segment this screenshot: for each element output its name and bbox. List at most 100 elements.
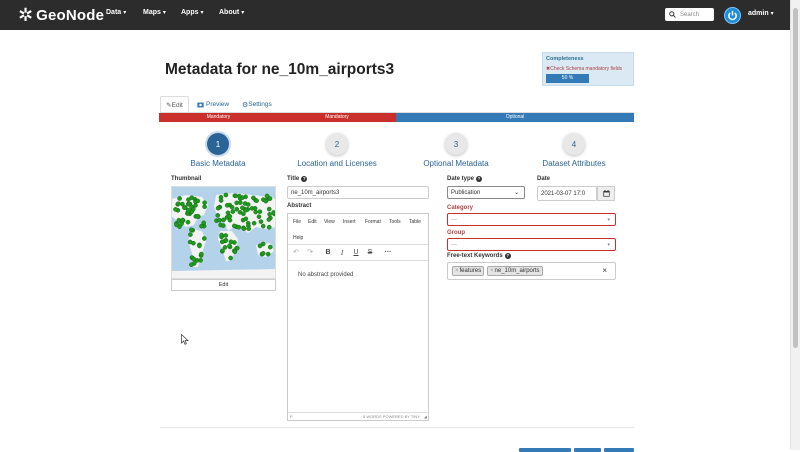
- airport-dot: [220, 223, 226, 228]
- keyword-tag-features[interactable]: ×features: [452, 266, 485, 276]
- step-2-circle[interactable]: 2: [326, 133, 348, 155]
- tab-settings[interactable]: ⚙ Settings: [242, 96, 272, 113]
- search-input[interactable]: Search: [665, 8, 714, 21]
- airport-dot: [201, 236, 207, 241]
- calendar-button[interactable]: [597, 186, 615, 201]
- airport-dot: [223, 233, 229, 238]
- geonode-logo-icon: ✲: [18, 5, 34, 25]
- page-scrollbar[interactable]: [790, 0, 800, 450]
- step-3-label[interactable]: Optional Metadata: [423, 159, 488, 168]
- airport-dot: [232, 223, 237, 229]
- resize-handle-icon[interactable]: ◢: [424, 414, 427, 419]
- tab-preview[interactable]: Preview: [197, 96, 229, 113]
- editor-path: P: [290, 414, 293, 419]
- airport-dot: [232, 249, 238, 255]
- chevron-down-icon: ⌄: [513, 190, 519, 196]
- italic-icon[interactable]: I: [337, 248, 347, 258]
- thumbnail-label: Thumbnail: [171, 176, 202, 182]
- geonode-logo[interactable]: ✲ GeoNode: [18, 5, 104, 25]
- airport-dot: [266, 217, 272, 222]
- airport-dot: [218, 198, 224, 203]
- step-4-circle[interactable]: 4: [563, 133, 585, 155]
- editor-menu-help[interactable]: Help: [293, 235, 303, 241]
- more-icon[interactable]: ···: [383, 248, 393, 258]
- undo-icon[interactable]: ↶: [291, 248, 301, 258]
- footer-button-3[interactable]: [604, 448, 634, 452]
- chevron-down-icon: ▾: [241, 10, 245, 16]
- user-avatar[interactable]: [724, 7, 741, 24]
- user-menu[interactable]: admin ▾: [748, 10, 774, 17]
- tab-edit[interactable]: ✎ Edit: [160, 96, 189, 113]
- editor-menu-insert[interactable]: Insert: [343, 219, 356, 225]
- thumbnail-edit-button[interactable]: Edit: [171, 279, 276, 291]
- bold-icon[interactable]: B: [323, 248, 333, 258]
- airport-dot: [234, 206, 239, 212]
- airport-dot: [227, 217, 233, 223]
- title-input[interactable]: ne_10m_airports3: [287, 186, 429, 199]
- airport-dot: [191, 256, 197, 262]
- editor-menu-view[interactable]: View: [324, 219, 335, 225]
- airport-dot: [201, 220, 207, 226]
- airport-dot: [193, 203, 198, 208]
- completeness-progress-fill: 50 %: [546, 74, 589, 83]
- step-4-label[interactable]: Dataset Attributes: [542, 159, 605, 168]
- top-navbar: ✲ GeoNode Data ▾ Maps ▾ Apps ▾ About ▾ Searc…: [0, 0, 790, 30]
- step-2-label[interactable]: Location and Licenses: [297, 159, 377, 168]
- group-select[interactable]: --- ▾: [447, 238, 616, 251]
- check-mandatory-link[interactable]: ✖Check Schema mandatory fields: [546, 66, 622, 72]
- footer-button-2[interactable]: [574, 448, 601, 452]
- airport-dot: [240, 205, 245, 211]
- airport-dot: [202, 204, 207, 210]
- airport-dot: [228, 239, 234, 245]
- keywords-input[interactable]: ×features ×ne_10m_airports ×: [447, 262, 616, 280]
- nav-maps-menu[interactable]: Maps ▾: [143, 9, 166, 16]
- airport-dot: [243, 216, 249, 222]
- step-3-circle[interactable]: 3: [445, 133, 467, 155]
- step-1-label[interactable]: Basic Metadata: [190, 159, 245, 168]
- category-select[interactable]: --- ▾: [447, 213, 616, 226]
- airport-dot: [185, 219, 191, 225]
- title-label: Title?: [287, 176, 308, 182]
- calendar-icon: [602, 190, 610, 197]
- scrollbar-thumb[interactable]: [793, 8, 798, 348]
- date-input[interactable]: 2021-03-07 17:0: [537, 186, 597, 201]
- airport-dot: [246, 226, 251, 232]
- strikethrough-icon[interactable]: S: [365, 248, 375, 258]
- nav-about-menu[interactable]: About ▾: [219, 9, 244, 16]
- editor-menu-edit[interactable]: Edit: [308, 219, 317, 225]
- abstract-rich-text-editor[interactable]: File Edit View Insert Format Tools Table…: [287, 213, 429, 421]
- date-type-select[interactable]: Publication ⌄: [447, 186, 525, 199]
- category-label: Category: [447, 205, 474, 211]
- clear-keywords-icon[interactable]: ×: [602, 266, 607, 275]
- editor-menu-file[interactable]: File: [293, 219, 301, 225]
- redo-icon[interactable]: ↷: [305, 248, 315, 258]
- airport-dot: [195, 213, 201, 219]
- editor-menu-tools[interactable]: Tools: [389, 219, 401, 225]
- airport-dot: [223, 238, 229, 243]
- airport-dot: [182, 205, 187, 211]
- airport-dot: [188, 232, 193, 237]
- airports-map-icon: [172, 187, 275, 278]
- status-segment-mandatory-2: Mandatory: [278, 113, 396, 122]
- airport-dot: [258, 219, 264, 224]
- keyword-tag-ne10m-airports[interactable]: ×ne_10m_airports: [487, 266, 543, 276]
- date-label: Date: [537, 176, 551, 182]
- airport-dot: [198, 251, 204, 257]
- airport-dot: [237, 193, 242, 199]
- airport-dot: [177, 196, 182, 201]
- editor-menu-format[interactable]: Format: [365, 219, 381, 225]
- airport-dot: [180, 217, 186, 223]
- airport-dot: [263, 198, 269, 204]
- step-1-circle[interactable]: 1: [207, 133, 229, 155]
- nav-apps-menu[interactable]: Apps ▾: [181, 9, 204, 16]
- airport-dot: [220, 248, 225, 254]
- airport-dot: [227, 214, 233, 219]
- editor-menu-table[interactable]: Table: [409, 219, 421, 225]
- chevron-down-icon: ▾: [123, 10, 127, 16]
- nav-data-menu[interactable]: Data ▾: [106, 9, 126, 16]
- airport-dot: [227, 243, 232, 249]
- airport-dot: [235, 245, 240, 251]
- underline-icon[interactable]: U: [351, 248, 361, 258]
- footer-button-1[interactable]: [519, 448, 571, 452]
- abstract-text[interactable]: No abstract provided: [298, 272, 353, 278]
